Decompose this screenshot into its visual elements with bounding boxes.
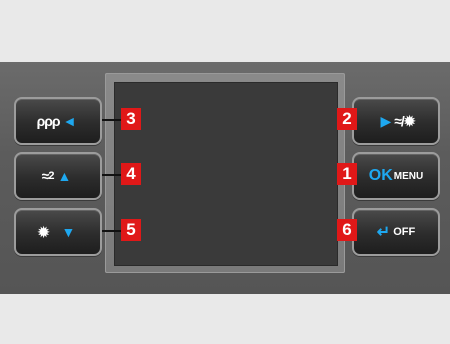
down-arrow-icon: ▼ [61,224,76,240]
callout-badge: 4 [121,163,141,185]
callout-badge: 3 [121,108,141,130]
callout-badge: 2 [337,108,357,130]
display-screen [114,82,338,266]
left-button-1[interactable]: ρρρ ◄ [14,97,102,145]
callout-badge: 6 [337,219,357,241]
return-arrow-icon: ↵ [376,224,391,241]
bottom-margin [0,294,450,344]
callout-badge: 5 [121,219,141,241]
off-label: OFF [393,226,416,238]
left-button-2[interactable]: ≈2 ▲ [14,152,102,200]
level-suffix: 2 [48,170,55,182]
left-arrow-icon: ◄ [62,113,77,129]
menu-label: MENU [393,170,424,182]
left-button-3[interactable]: ✹ ▼ [14,208,102,256]
off-button[interactable]: ↵ OFF [352,208,440,256]
heat-sun-icon: ≈/✹ [394,112,415,129]
top-margin [0,0,450,62]
ok-menu-button[interactable]: OK MENU [352,152,440,200]
callout-badge: 1 [337,163,357,185]
device-panel-figure: ρρρ ◄ ≈2 ▲ ✹ ▼ ▶ ≈/✹ OK MENU ↵ OFF 3 4 5 … [0,0,450,344]
wavy-arrows-icon: ρρρ [36,113,61,129]
right-button-1[interactable]: ▶ ≈/✹ [352,97,440,145]
ok-label: OK [368,167,393,184]
right-arrow-icon: ▶ [380,112,392,129]
up-arrow-icon: ▲ [57,168,72,184]
sun-icon: ✹ [37,223,50,240]
seat-heat-icon: ≈ [41,168,50,184]
